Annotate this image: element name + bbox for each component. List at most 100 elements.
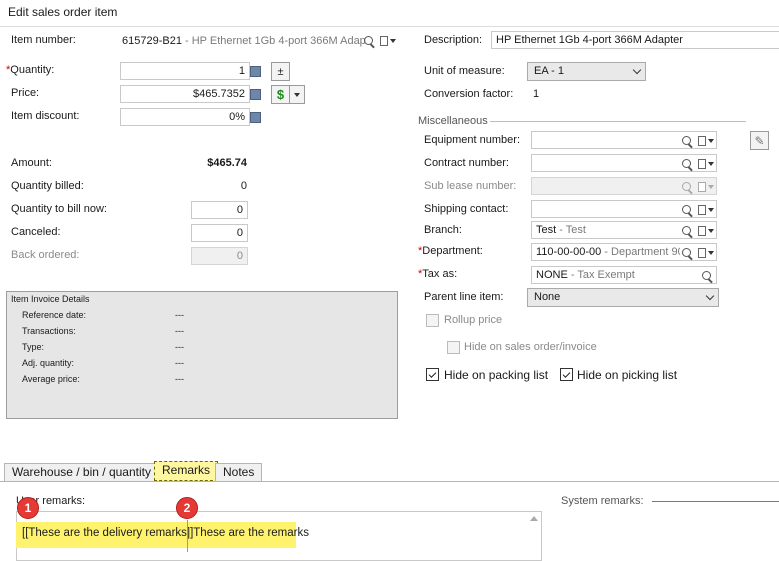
- title-divider: [0, 26, 779, 27]
- unit-of-measure-value: EA - 1: [534, 65, 564, 77]
- department-desc: - Department 90: [601, 246, 684, 258]
- conversion-factor-label: Conversion factor:: [424, 88, 514, 100]
- chevron-down-icon: [632, 65, 642, 75]
- parent-line-item-select[interactable]: None: [527, 288, 719, 307]
- transactions-value: ---: [175, 326, 184, 336]
- scroll-up-arrow-icon[interactable]: [530, 516, 538, 521]
- miscellaneous-divider: [490, 121, 746, 122]
- department-label: *Department:: [418, 245, 483, 257]
- quantity-input[interactable]: 1: [120, 62, 250, 80]
- system-remarks-divider: [652, 501, 779, 502]
- tax-as-label: *Tax as:: [418, 268, 458, 280]
- equipment-number-label: Equipment number:: [424, 134, 520, 146]
- price-calculator-icon[interactable]: [249, 88, 262, 101]
- conversion-factor-value: 1: [533, 88, 540, 100]
- description-input[interactable]: HP Ethernet 1Gb 4-port 366M Adapter: [491, 31, 779, 49]
- tax-as-search-icon[interactable]: [700, 269, 713, 282]
- type-value: ---: [175, 342, 184, 352]
- item-number-search-icon[interactable]: [362, 34, 375, 47]
- transactions-label: Transactions:: [22, 326, 76, 336]
- chevron-down-icon: [705, 291, 715, 301]
- callout-marker-2: 2: [176, 497, 198, 519]
- rollup-price-checkbox: [426, 314, 439, 327]
- sub-lease-search-icon: [680, 180, 693, 193]
- unit-of-measure-select[interactable]: EA - 1: [527, 62, 646, 81]
- quantity-billed-value: 0: [240, 180, 247, 192]
- department-code: 110-00-00-00: [536, 246, 602, 258]
- shipping-contact-menu-icon[interactable]: [697, 203, 715, 216]
- hide-on-packing-label: Hide on packing list: [444, 368, 549, 382]
- tab-divider: [0, 481, 779, 482]
- parent-line-item-value: None: [534, 291, 561, 303]
- discount-calculator-icon[interactable]: [249, 111, 262, 124]
- canceled-label: Canceled:: [11, 226, 61, 238]
- type-label: Type:: [22, 342, 45, 352]
- user-remarks-text: [[These are the delivery remarks]]These …: [22, 527, 309, 539]
- hide-on-packing-checkbox[interactable]: [426, 368, 439, 381]
- branch-search-icon[interactable]: [680, 224, 693, 237]
- item-number-code: 615729-B21: [122, 35, 182, 47]
- item-number-desc: - HP Ethernet 1Gb 4-port 366M Adap: [181, 35, 366, 47]
- unit-of-measure-label: Unit of measure:: [424, 65, 505, 77]
- text-cursor: [187, 520, 188, 552]
- quantity-billed-label: Quantity billed:: [11, 180, 84, 192]
- quantity-to-bill-label: Quantity to bill now:: [11, 203, 107, 215]
- item-discount-input[interactable]: 0%: [120, 108, 250, 126]
- item-number-menu-icon[interactable]: [378, 34, 398, 47]
- item-discount-label: Item discount:: [11, 110, 80, 122]
- adj-quantity-label: Adj. quantity:: [22, 358, 75, 368]
- equipment-menu-icon[interactable]: [697, 134, 715, 147]
- tab-warehouse-bin-quantity[interactable]: Warehouse / bin / quantity: [4, 463, 159, 481]
- callout-marker-1: 1: [17, 497, 39, 519]
- adj-quantity-value: ---: [175, 358, 184, 368]
- average-price-label: Average price:: [22, 374, 80, 384]
- department-menu-icon[interactable]: [697, 246, 715, 259]
- parent-line-item-label: Parent line item:: [424, 291, 504, 303]
- price-dropdown-button[interactable]: [289, 85, 305, 104]
- hide-on-so-invoice-checkbox: [447, 341, 460, 354]
- quantity-to-bill-input[interactable]: 0: [191, 201, 248, 219]
- tab-remarks[interactable]: Remarks: [154, 461, 219, 481]
- sub-lease-menu-icon: [697, 180, 715, 193]
- department-search-icon[interactable]: [680, 246, 693, 259]
- contract-search-icon[interactable]: [680, 157, 693, 170]
- branch-code: Test: [536, 224, 557, 236]
- system-remarks-label: System remarks:: [561, 495, 644, 507]
- hide-on-picking-checkbox[interactable]: [560, 368, 573, 381]
- window-title: Edit sales order item: [8, 5, 118, 19]
- price-lookup-icon[interactable]: $: [271, 85, 290, 104]
- shipping-contact-label: Shipping contact:: [424, 203, 509, 215]
- miscellaneous-section-label: Miscellaneous: [418, 115, 488, 127]
- reference-date-value: ---: [175, 310, 184, 320]
- hide-on-so-invoice-label: Hide on sales order/invoice: [464, 341, 597, 353]
- tax-as-input[interactable]: NONE - Tax Exempt: [531, 266, 717, 284]
- tax-as-desc: - Tax Exempt: [567, 269, 635, 281]
- tab-notes[interactable]: Notes: [215, 463, 263, 481]
- contract-number-label: Contract number:: [424, 157, 509, 169]
- quantity-label: *Quantity:: [6, 64, 55, 76]
- contract-menu-icon[interactable]: [697, 157, 715, 170]
- quantity-calculator-icon[interactable]: [249, 65, 262, 78]
- reference-date-label: Reference date:: [22, 310, 87, 320]
- item-number-field[interactable]: 615729-B21 - HP Ethernet 1Gb 4-port 366M…: [117, 32, 400, 50]
- shipping-contact-search-icon[interactable]: [680, 203, 693, 216]
- average-price-value: ---: [175, 374, 184, 384]
- amount-label: Amount:: [11, 157, 52, 169]
- price-input[interactable]: $465.7352: [120, 85, 250, 103]
- sub-lease-number-label: Sub lease number:: [424, 180, 517, 192]
- plus-minus-button[interactable]: ±: [271, 62, 290, 81]
- amount-value: $465.74: [207, 157, 247, 169]
- equipment-search-icon[interactable]: [680, 134, 693, 147]
- hide-on-picking-label: Hide on picking list: [577, 368, 678, 382]
- item-invoice-details-title: Item Invoice Details: [11, 294, 90, 304]
- edit-pencil-icon[interactable]: ✎: [750, 131, 769, 150]
- back-ordered-input: 0: [191, 247, 248, 265]
- canceled-input[interactable]: 0: [191, 224, 248, 242]
- branch-desc: - Test: [556, 224, 586, 236]
- description-label: Description:: [424, 34, 483, 46]
- back-ordered-label: Back ordered:: [11, 249, 80, 261]
- item-number-label: Item number:: [11, 34, 76, 46]
- tax-as-code: NONE: [536, 269, 568, 281]
- branch-menu-icon[interactable]: [697, 224, 715, 237]
- rollup-price-label: Rollup price: [444, 314, 503, 326]
